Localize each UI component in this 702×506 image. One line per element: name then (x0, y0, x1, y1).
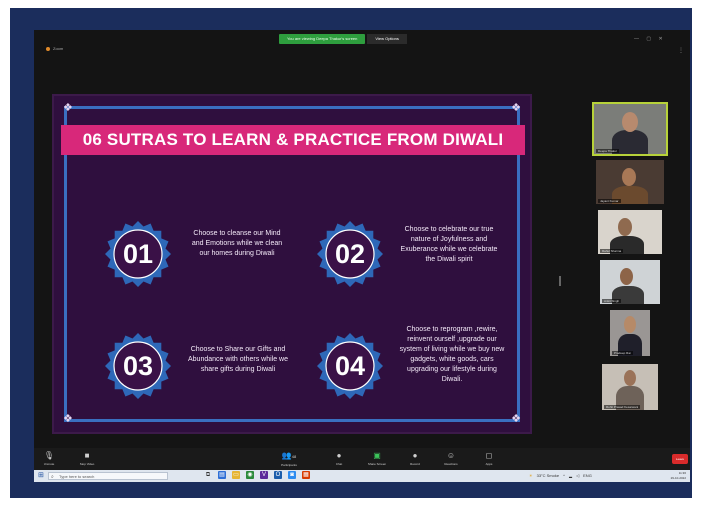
step-description: Choose to Share our Gifts and Abundance … (187, 346, 288, 373)
search-placeholder: Type here to search (59, 474, 95, 479)
chat-button[interactable]: ● Chat (324, 450, 354, 467)
zoom-meeting-window: You are viewing Deepa Thakur's screen Vi… (34, 30, 690, 482)
stop-video-button[interactable]: ■ Stop Video (72, 450, 102, 467)
task-view-icon[interactable]: ⧉ (204, 471, 212, 479)
step-number: 03 (122, 350, 154, 381)
chat-icon: ● (336, 451, 342, 460)
record-label: Record (410, 462, 420, 466)
search-icon: ⌕ (51, 474, 54, 480)
screenshot-frame: You are viewing Deepa Thakur's screen Vi… (10, 8, 692, 498)
reactions-button[interactable]: ☺ Reactions (436, 450, 466, 467)
stop-video-label: Stop Video (79, 462, 95, 466)
person-face (624, 316, 636, 333)
shared-slide: ❖ ❖ ❖ ❖ 06 SUTRAS TO LEARN & PRACTICE FR… (52, 94, 532, 434)
person-face (622, 168, 636, 186)
clock-date: 29-10-2022 (670, 476, 686, 480)
corner-flourish-icon: ❖ (511, 102, 521, 114)
windows-start-icon[interactable]: ⊞ (38, 472, 44, 480)
participant-tile[interactable]: Rohit Prasad Kesarwani (602, 364, 658, 410)
step-badge-03: 03 (103, 331, 173, 401)
share-screen-icon: ▣ (373, 451, 381, 460)
step-description: Choose to cleanse our Mind and Emotions … (191, 230, 283, 257)
tray-arrow-icon[interactable]: ^ (563, 472, 565, 480)
network-icon[interactable]: ▂ (569, 472, 572, 480)
view-options-button[interactable]: View Options (367, 34, 407, 44)
share-screen-button[interactable]: ▣ Share Screen (362, 450, 392, 467)
weather-text: 33°C Smoke (536, 473, 560, 478)
person-face (620, 268, 633, 285)
apps-icon: ◻ (485, 451, 493, 460)
pinned-apps: ⧉ ▤ ▭ ◉ V O ◙ ▦ (204, 471, 310, 479)
participant-name: Jayant Kumar (598, 199, 621, 203)
chat-label: Chat (335, 462, 343, 466)
language-indicator[interactable]: ENG (583, 472, 592, 480)
participant-tile[interactable]: Jayant Kumar (596, 160, 664, 204)
meeting-toolbar: 🎙 Unmute ■ Stop Video 👥48 Participants ●… (34, 448, 690, 470)
outlook-icon[interactable]: O (274, 471, 282, 479)
step-number: 04 (334, 350, 366, 381)
slide-title-banner: 06 SUTRAS TO LEARN & PRACTICE FROM DIWAL… (61, 125, 525, 155)
screen-share-bar: You are viewing Deepa Thakur's screen Vi… (279, 34, 407, 44)
taskbar-search-input[interactable]: ⌕ Type here to search (48, 472, 168, 480)
corner-flourish-icon: ❖ (63, 413, 73, 425)
step-description: Choose to celebrate our true nature of J… (400, 226, 498, 263)
step-badge-01: 01 (103, 219, 173, 289)
viewing-share-indicator: You are viewing Deepa Thakur's screen (279, 34, 366, 44)
reactions-label: Reactions (444, 462, 458, 466)
window-controls[interactable]: — ▢ ✕ (634, 36, 666, 42)
chrome-icon[interactable]: ◉ (246, 471, 254, 479)
taskbar-clock[interactable]: 11:36 29-10-2022 (671, 471, 686, 481)
participants-icon: 👥48 (281, 451, 297, 460)
corner-flourish-icon: ❖ (63, 102, 73, 114)
slide-border: ❖ ❖ ❖ ❖ 06 SUTRAS TO LEARN & PRACTICE FR… (61, 102, 525, 425)
participant-name: Deepa Thakur (596, 149, 619, 153)
person-face (618, 218, 632, 236)
step-number: 01 (122, 238, 154, 269)
step-badge-02: 02 (315, 219, 385, 289)
weather-icon: ☀ (529, 473, 533, 478)
person-face (622, 112, 638, 132)
leave-meeting-button[interactable]: Leave (672, 454, 688, 464)
participant-tile[interactable]: Pradeep Rai (610, 310, 650, 356)
app-icon[interactable]: V (260, 471, 268, 479)
participant-count: 48 (291, 454, 297, 459)
participant-name: Rahul Sharma (600, 249, 624, 253)
windows-taskbar: ⊞ ⌕ Type here to search ⧉ ▤ ▭ ◉ V O ◙ ▦ … (34, 470, 690, 482)
slide-title: 06 SUTRAS TO LEARN & PRACTICE FROM DIWAL… (82, 130, 504, 149)
participants-button[interactable]: 👥48 Participants (274, 450, 304, 468)
participant-tile[interactable]: Ankit Singh (600, 260, 660, 304)
zoom-logo-icon (46, 46, 50, 51)
microphone-icon: 🎙 (43, 451, 55, 460)
corner-flourish-icon: ❖ (511, 413, 521, 425)
office-icon[interactable]: ▦ (302, 471, 310, 479)
record-button[interactable]: ● Record (400, 450, 430, 467)
participants-label: Participants (281, 463, 297, 467)
unmute-button[interactable]: 🎙 Unmute (34, 450, 64, 467)
system-tray: ☀ 33°C Smoke ^ ▂ ◁ ENG (529, 472, 592, 480)
record-icon: ● (412, 451, 418, 460)
apps-button[interactable]: ◻ Apps (474, 450, 504, 467)
app-title-area: Zoom (46, 46, 63, 51)
participant-name: Pradeep Rai (612, 351, 633, 355)
participant-tile[interactable]: Deepa Thakur (592, 102, 668, 156)
file-explorer-icon[interactable]: ▭ (232, 471, 240, 479)
reactions-icon: ☺ (446, 451, 456, 460)
participant-name: Ankit Singh (602, 299, 622, 303)
step-badge-04: 04 (315, 331, 385, 401)
zoom-taskbar-icon[interactable]: ◙ (288, 471, 296, 479)
share-screen-label: Share Screen (367, 462, 387, 466)
apps-label: Apps (485, 462, 493, 466)
video-camera-icon: ■ (84, 451, 90, 460)
more-options-icon[interactable]: ⋮ (678, 47, 684, 54)
person-face (624, 370, 636, 386)
unmute-label: Unmute (43, 462, 55, 466)
step-description: Choose to reprogram ,rewire, reinvent ou… (399, 326, 505, 383)
store-icon[interactable]: ▤ (218, 471, 226, 479)
volume-icon[interactable]: ◁ (576, 472, 579, 480)
step-number: 02 (334, 238, 366, 269)
app-title: Zoom (53, 46, 64, 51)
panel-resize-handle[interactable] (559, 276, 561, 286)
participant-tile[interactable]: Rahul Sharma (598, 210, 662, 254)
participant-name: Rohit Prasad Kesarwani (604, 405, 641, 409)
